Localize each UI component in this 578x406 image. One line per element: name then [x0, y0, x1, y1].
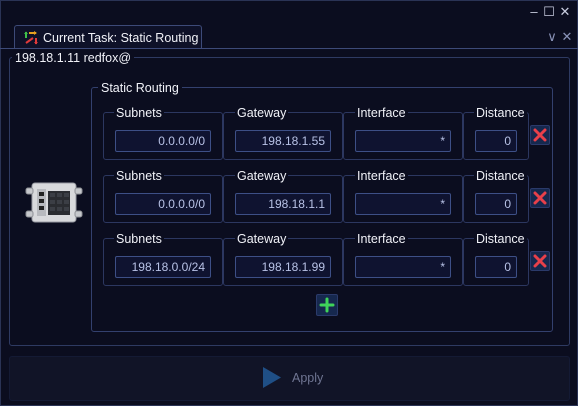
tab-divider [0, 48, 578, 49]
tab-current-task[interactable]: Current Task: Static Routing [14, 25, 202, 49]
gateway-label: Gateway [235, 232, 289, 246]
routing-arrows-icon [24, 30, 38, 45]
distance-input[interactable]: 0 [475, 193, 517, 215]
delete-x-icon [533, 254, 547, 268]
delete-route-button[interactable] [530, 125, 550, 145]
interface-label: Interface [355, 106, 408, 120]
subnet-input[interactable]: 0.0.0.0/0 [115, 193, 211, 215]
plus-icon [319, 297, 335, 313]
interface-label: Interface [355, 169, 408, 183]
play-icon [262, 366, 282, 389]
interface-input[interactable]: * [355, 130, 451, 152]
delete-x-icon [533, 128, 547, 142]
gateway-input[interactable]: 198.18.1.55 [235, 130, 331, 152]
device-label: 198.18.1.11 redfox@ [12, 51, 135, 65]
subnet-input[interactable]: 198.18.0.0/24 [115, 256, 211, 278]
delete-route-button[interactable] [530, 188, 550, 208]
distance-label: Distance [474, 106, 527, 120]
minimize-icon[interactable]: – [527, 4, 541, 20]
static-routing-title: Static Routing [98, 81, 182, 95]
distance-input[interactable]: 0 [475, 130, 517, 152]
subnets-label: Subnets [114, 106, 164, 120]
gateway-label: Gateway [235, 169, 289, 183]
network-switch-icon [24, 180, 84, 225]
add-route-button[interactable] [316, 294, 338, 316]
subnet-input[interactable]: 0.0.0.0/0 [115, 130, 211, 152]
apply-button[interactable] [9, 356, 570, 401]
maximize-icon[interactable]: ☐ [542, 4, 556, 20]
gateway-label: Gateway [235, 106, 289, 120]
gateway-input[interactable]: 198.18.1.1 [235, 193, 331, 215]
subnets-label: Subnets [114, 169, 164, 183]
tab-dropdown-icon[interactable]: ∨ [545, 30, 559, 44]
interface-input[interactable]: * [355, 193, 451, 215]
tab-close-icon[interactable]: ✕ [560, 30, 574, 44]
apply-label: Apply [292, 371, 324, 385]
tab-title: Current Task: Static Routing [43, 30, 199, 45]
gateway-input[interactable]: 198.18.1.99 [235, 256, 331, 278]
distance-input[interactable]: 0 [475, 256, 517, 278]
subnets-label: Subnets [114, 232, 164, 246]
close-window-icon[interactable]: ✕ [558, 4, 572, 20]
delete-route-button[interactable] [530, 251, 550, 271]
delete-x-icon [533, 191, 547, 205]
interface-label: Interface [355, 232, 408, 246]
interface-input[interactable]: * [355, 256, 451, 278]
distance-label: Distance [474, 169, 527, 183]
distance-label: Distance [474, 232, 527, 246]
